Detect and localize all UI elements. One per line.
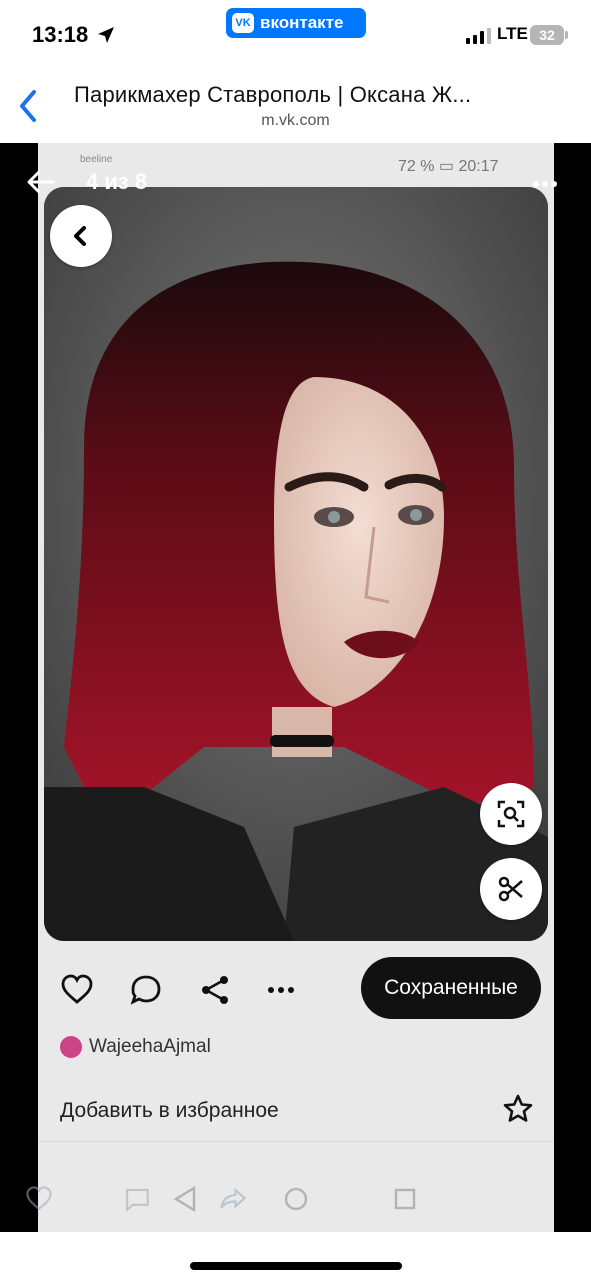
share-icon[interactable]: [198, 973, 232, 1007]
comment-icon[interactable]: [122, 1185, 152, 1213]
visual-search-button[interactable]: [480, 783, 542, 845]
divider: [38, 1141, 554, 1142]
home-indicator[interactable]: [190, 1262, 402, 1270]
viewer-header: 4 из 8: [0, 143, 591, 223]
like-icon[interactable]: [24, 1185, 54, 1213]
author-row[interactable]: WajeehaAjmal: [60, 1036, 211, 1058]
scissors-icon: [498, 876, 523, 902]
vk-app-badge[interactable]: VK вконтакте: [226, 8, 366, 38]
pin-actions: Сохраненные: [38, 955, 554, 1027]
nav-home-icon: [284, 1187, 308, 1211]
nav-recents-icon: [394, 1188, 416, 1210]
portrait-image: [44, 187, 548, 941]
add-to-favorites-row[interactable]: Добавить в избранное: [60, 1091, 534, 1131]
location-arrow-icon: [98, 27, 114, 43]
vk-logo-icon: VK: [232, 13, 254, 33]
chevron-left-icon: [74, 226, 86, 246]
viewed-screenshot: beeline 72 % ▭ 20:17 Сохраненные Wajeeha…: [38, 143, 554, 1232]
lens-icon: [497, 800, 525, 828]
network-type: LTE: [497, 24, 528, 43]
photo-card[interactable]: [44, 187, 548, 941]
more-horizontal-icon[interactable]: [532, 171, 558, 197]
heart-icon[interactable]: [60, 973, 94, 1007]
page-url[interactable]: m.vk.com: [0, 112, 591, 130]
page-title: Парикмахер Ставрополь | Оксана Ж...: [74, 82, 472, 107]
battery-icon: 32: [530, 25, 568, 45]
cutout-button[interactable]: [480, 858, 542, 920]
comment-icon[interactable]: [129, 973, 163, 1007]
photo-counter: 4 из 8: [86, 169, 148, 194]
photo-viewer: beeline 72 % ▭ 20:17 Сохраненные Wajeeha…: [0, 143, 591, 1232]
add-to-favorites-label: Добавить в избранное: [60, 1099, 279, 1122]
nav-back-icon: [173, 1185, 196, 1213]
signal-icon: [466, 28, 491, 44]
share-icon[interactable]: [218, 1185, 248, 1213]
more-icon[interactable]: [264, 973, 298, 1007]
arrow-left-icon[interactable]: [26, 167, 56, 197]
ios-status-bar: 13:18 VK вконтакте LTE 32: [0, 0, 591, 70]
browser-header: Парикмахер Ставрополь | Оксана Ж... m.vk…: [0, 70, 591, 143]
home-indicator-area: [0, 1232, 591, 1280]
author-name: WajeehaAjmal: [89, 1036, 211, 1057]
status-time: 13:18: [32, 22, 89, 47]
vk-app-badge-label: вконтакте: [260, 13, 344, 32]
saved-button[interactable]: Сохраненные: [361, 957, 541, 1019]
avatar: [60, 1036, 82, 1058]
star-icon[interactable]: [502, 1093, 534, 1125]
